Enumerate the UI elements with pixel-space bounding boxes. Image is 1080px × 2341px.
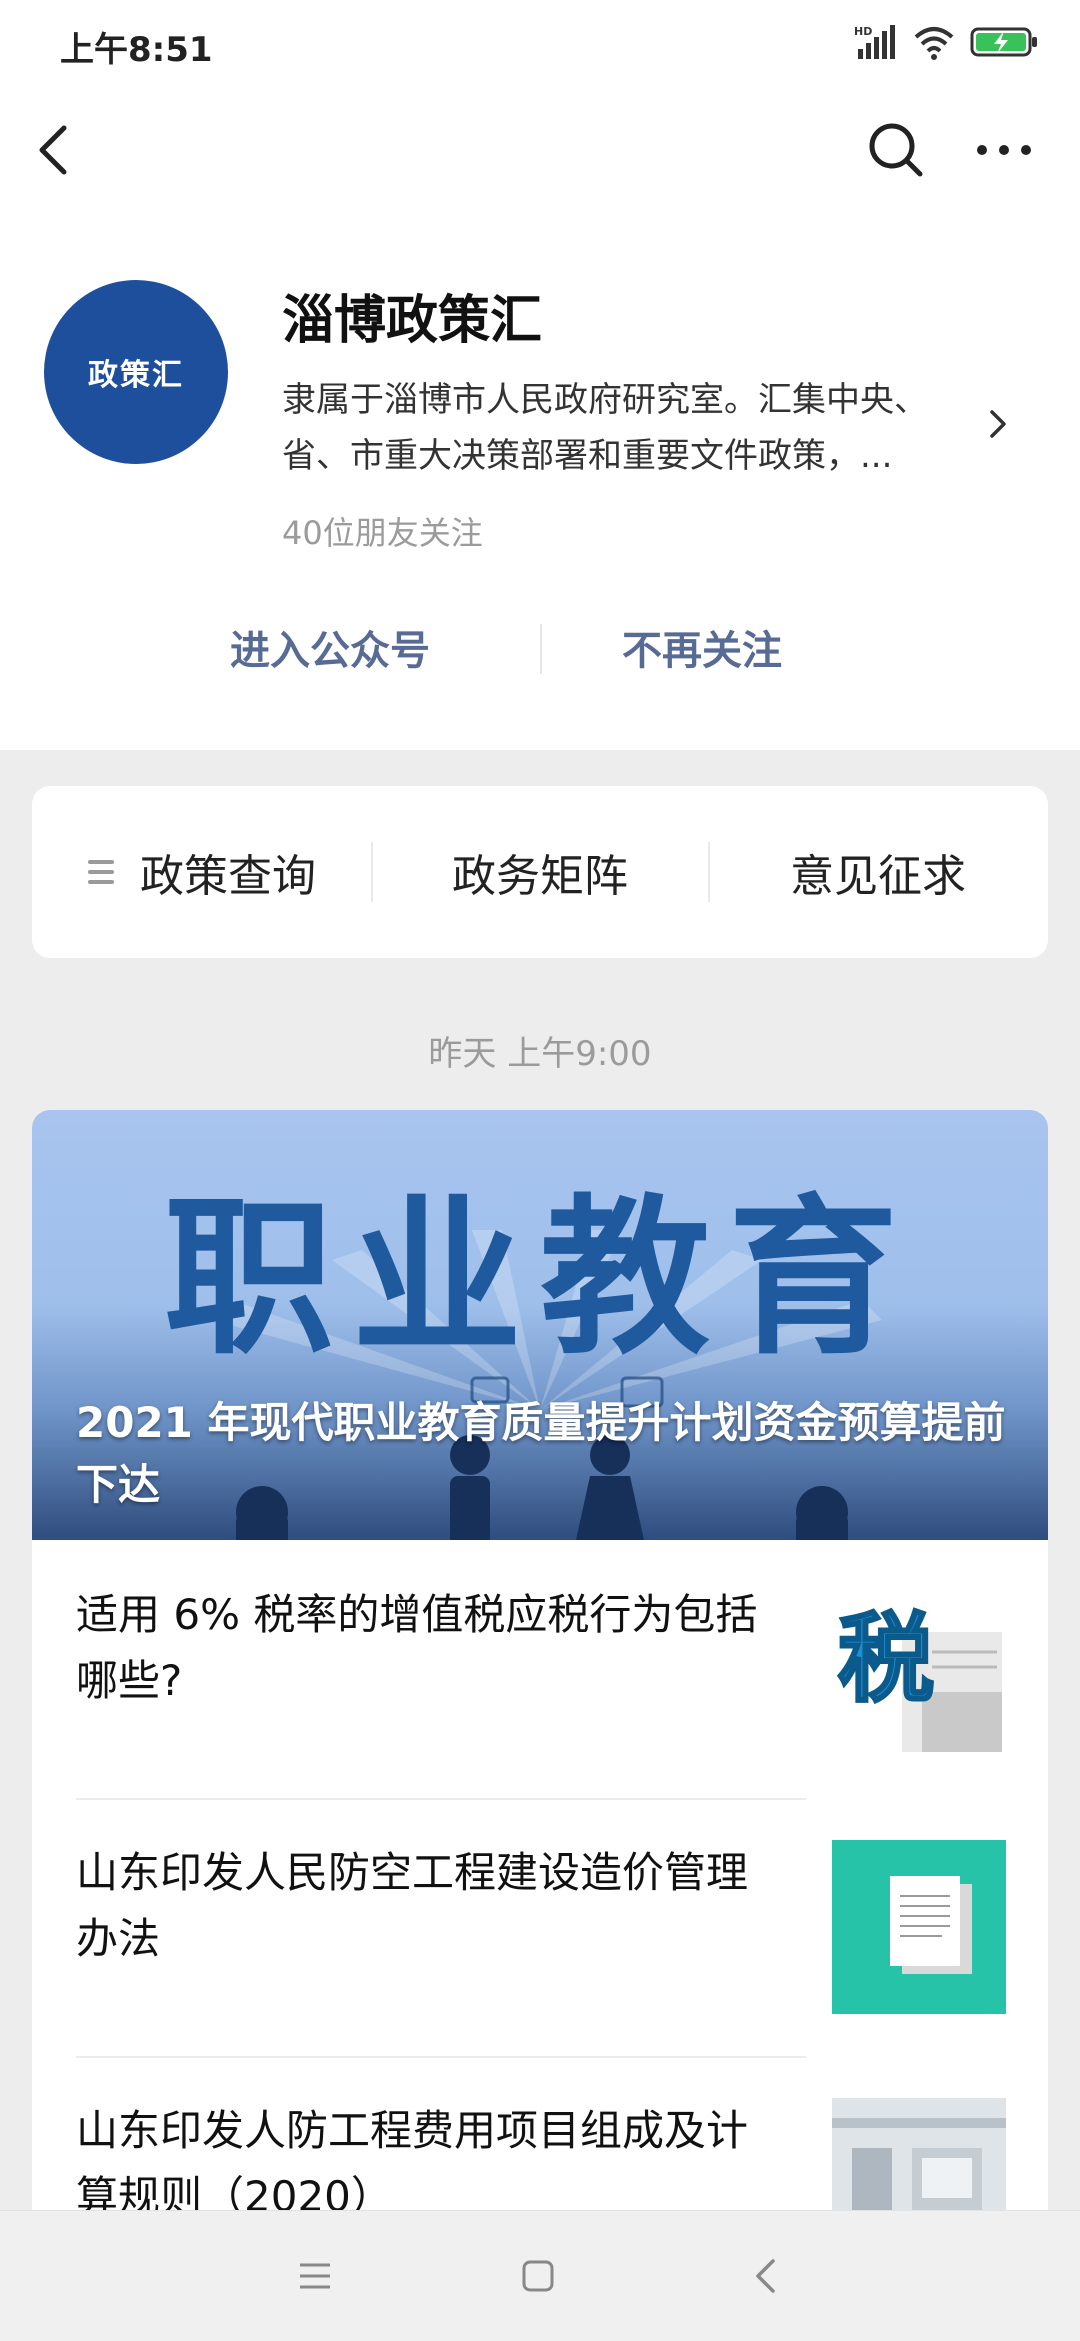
search-button[interactable]	[856, 110, 936, 190]
avatar-text: 政策汇	[88, 358, 184, 393]
menu-item-policy-query[interactable]: 政策查询	[32, 786, 372, 958]
menu-item-gov-matrix[interactable]: 政务矩阵	[372, 786, 708, 958]
article-group: 职业教育 2021 年现代职业教育质量提升计划资金预算提前下达 适用 6% 税率…	[32, 1110, 1048, 2210]
article-item[interactable]: 山东印发人民防空工程建设造价管理办法	[32, 1800, 1048, 2056]
article-title: 适用 6% 税率的增值税应税行为包括哪些?	[76, 1590, 758, 1705]
hd-signal-icon: HD	[854, 23, 898, 65]
menu-item-opinion-solicit[interactable]: 意见征求	[708, 786, 1048, 958]
article-title: 山东印发人民防空工程建设造价管理办法	[76, 1848, 749, 1963]
more-dots-icon	[977, 145, 1031, 155]
article-thumbnail	[832, 1840, 1006, 2014]
menu-list-icon	[88, 854, 114, 890]
menu-lines-icon	[300, 2263, 330, 2289]
menu-item-label: 政务矩阵	[452, 851, 628, 902]
followers-count: 40位朋友关注	[282, 514, 483, 552]
message-timestamp: 昨天 上午9:00	[428, 1034, 652, 1074]
account-description[interactable]: 隶属于淄博市人民政府研究室。汇集中央、省、市重大决策部署和重要文件政策，...	[282, 372, 982, 484]
square-home-icon	[522, 2260, 554, 2292]
back-triangle-icon	[756, 2259, 775, 2293]
cover-article[interactable]: 职业教育 2021 年现代职业教育质量提升计划资金预算提前下达	[32, 1110, 1048, 1540]
action-divider	[540, 624, 542, 674]
account-name: 淄博政策汇	[282, 291, 543, 351]
unfollow-button[interactable]: 不再关注	[622, 618, 782, 676]
recent-apps-button[interactable]	[280, 2241, 350, 2311]
description-chevron-icon[interactable]	[988, 408, 1008, 444]
more-button[interactable]	[964, 110, 1044, 190]
menu-item-label: 意见征求	[790, 851, 966, 902]
article-thumbnail	[832, 2098, 1006, 2210]
svg-text:HD: HD	[854, 25, 872, 38]
account-profile: 政策汇 淄博政策汇 隶属于淄博市人民政府研究室。汇集中央、省、市重大决策部署和重…	[0, 200, 1080, 750]
nav-bar	[0, 90, 1080, 200]
back-button[interactable]	[14, 110, 94, 190]
battery-charging-icon	[970, 23, 1040, 65]
system-back-button[interactable]	[730, 2241, 800, 2311]
back-chevron-icon	[39, 125, 67, 175]
wifi-icon	[912, 23, 956, 65]
enter-account-button[interactable]: 进入公众号	[230, 618, 430, 676]
article-item[interactable]: 山东印发人防工程费用项目组成及计算规则（2020）	[32, 2058, 1048, 2210]
article-title: 山东印发人防工程费用项目组成及计算规则（2020）	[76, 2106, 749, 2210]
search-icon	[869, 123, 923, 177]
system-nav-bar	[0, 2210, 1080, 2341]
avatar[interactable]: 政策汇	[44, 280, 228, 464]
menu-item-label: 政策查询	[140, 851, 316, 902]
document-icon	[890, 1876, 972, 1974]
article-thumbnail: 税	[832, 1582, 1006, 1756]
thumb-text: 税	[838, 1603, 934, 1715]
status-bar: 上午8:51 HD	[0, 0, 1080, 90]
cover-article-title: 2021 年现代职业教育质量提升计划资金预算提前下达	[76, 1398, 1006, 1509]
home-button[interactable]	[503, 2241, 573, 2311]
status-time: 上午8:51	[60, 30, 213, 70]
article-item[interactable]: 适用 6% 税率的增值税应税行为包括哪些? 税	[32, 1540, 1048, 1798]
cover-banner-text: 职业教育	[163, 1180, 916, 1378]
account-menu: 政策查询 政务矩阵 意见征求	[32, 786, 1048, 958]
status-icons: HD	[854, 22, 1040, 66]
